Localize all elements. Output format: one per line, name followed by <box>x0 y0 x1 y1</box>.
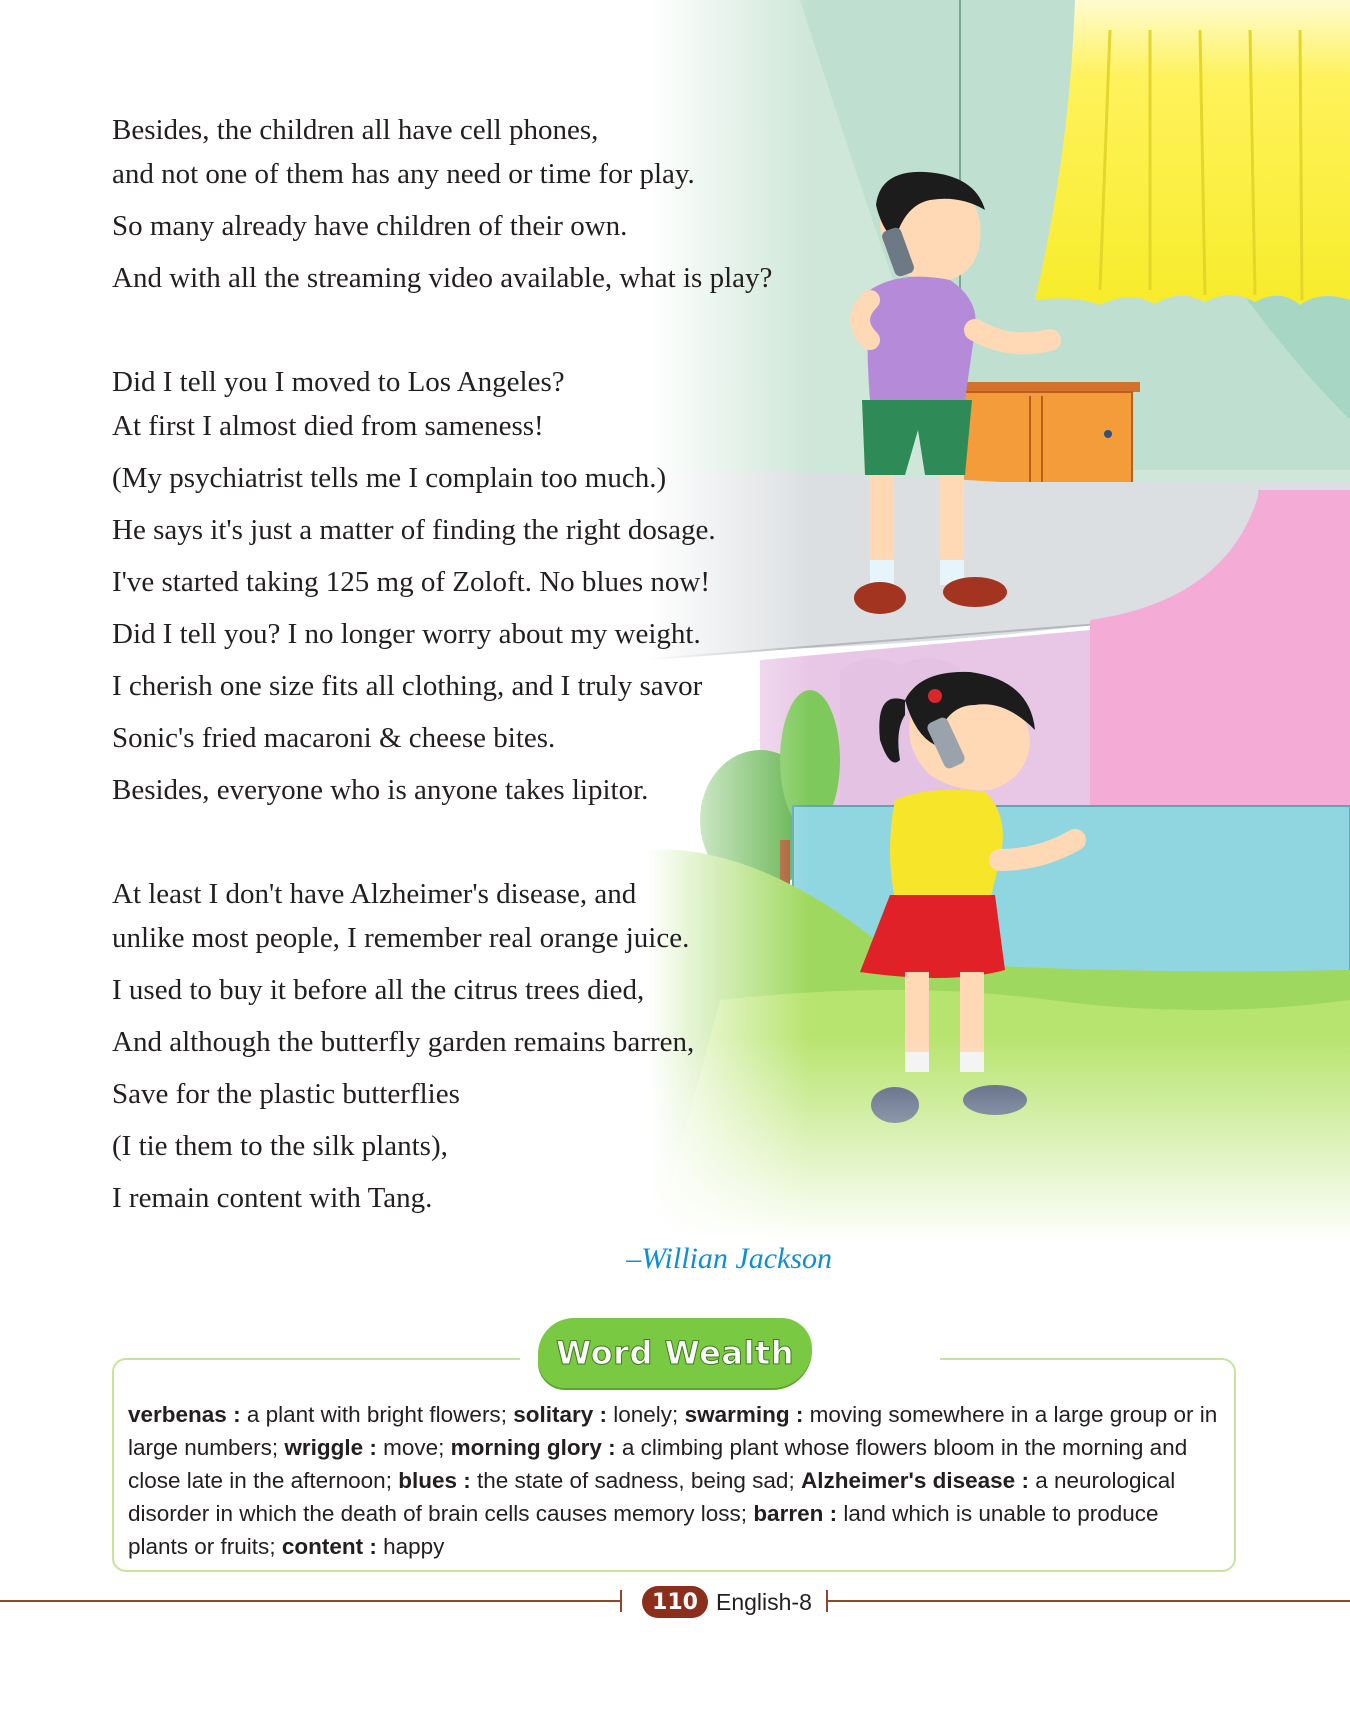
word-wealth-badge: Word Wealth <box>538 1318 812 1388</box>
footer-rule-right <box>826 1600 1350 1602</box>
term-separator: : <box>456 1468 477 1493</box>
term-separator: : <box>601 1435 622 1460</box>
poem-line: Save for the plastic butterflies <box>112 1078 460 1110</box>
poem-line: Besides, everyone who is anyone takes li… <box>112 774 649 806</box>
poem-line: Did I tell you I moved to Los Angeles? <box>112 366 565 398</box>
term-separator: : <box>363 1534 384 1559</box>
poem-line: At least I don't have Alzheimer's diseas… <box>112 878 637 910</box>
poem-line: unlike most people, I remember real oran… <box>112 922 690 954</box>
term-separator: : <box>789 1402 810 1427</box>
term: Alzheimer's disease <box>800 1468 1016 1493</box>
footer-rule-tick-left <box>620 1590 622 1612</box>
book-name: English-8 <box>716 1589 812 1615</box>
term-separator: : <box>593 1402 614 1427</box>
poem-line: And with all the streaming video availab… <box>112 262 773 294</box>
poem-line: I've started taking 125 mg of Zoloft. No… <box>112 566 710 598</box>
poem-line: Sonic's fried macaroni & cheese bites. <box>112 722 556 754</box>
stanza-1: Besides, the children all have cell phon… <box>112 108 872 308</box>
word-wealth-title: Word Wealth <box>556 1334 794 1373</box>
stanza-2: Did I tell you I moved to Los Angeles? A… <box>112 360 872 820</box>
poem: Besides, the children all have cell phon… <box>112 108 872 1280</box>
term: morning glory <box>450 1435 602 1460</box>
poem-line: (I tie them to the silk plants), <box>112 1130 448 1162</box>
definition: lonely <box>613 1402 673 1427</box>
poem-line: Did I tell you? I no longer worry about … <box>112 618 701 650</box>
term: content <box>281 1534 364 1559</box>
page-number-badge: 110 <box>642 1586 708 1618</box>
term: wriggle <box>284 1435 364 1460</box>
poem-line: Besides, the children all have cell phon… <box>112 114 599 146</box>
poem-author: –Willian Jackson <box>626 1242 832 1275</box>
definition: a plant with bright flowers <box>246 1402 501 1427</box>
poem-line: I cherish one size fits all clothing, an… <box>112 670 703 702</box>
word-wealth-text: verbenas : a plant with bright flowers; … <box>128 1402 1218 1559</box>
footer-rule-left <box>0 1600 622 1602</box>
poem-line: So many already have children of their o… <box>112 210 628 242</box>
term-separator: : <box>823 1501 844 1526</box>
term: barren <box>753 1501 824 1526</box>
poem-line: I remain content with Tang. <box>112 1182 433 1214</box>
term: solitary <box>513 1402 594 1427</box>
definition: the state of sadness, being sad <box>476 1468 789 1493</box>
poem-line: and not one of them has any need or time… <box>112 158 695 190</box>
poem-line: (My psychiatrist tells me I complain too… <box>112 462 667 494</box>
definition: move <box>383 1435 439 1460</box>
poem-line: And although the butterfly garden remain… <box>112 1026 695 1058</box>
stanza-3: At least I don't have Alzheimer's diseas… <box>112 872 872 1228</box>
term-separator: : <box>1015 1468 1036 1493</box>
poem-line: He says it's just a matter of finding th… <box>112 514 716 546</box>
term: verbenas <box>128 1402 227 1427</box>
term-separator: : <box>363 1435 384 1460</box>
term: swarming <box>684 1402 790 1427</box>
poem-line: At first I almost died from sameness! <box>112 410 544 442</box>
definition: happy <box>383 1534 445 1559</box>
poem-line: I used to buy it before all the citrus t… <box>112 974 645 1006</box>
term: blues <box>398 1468 457 1493</box>
term-separator: : <box>226 1402 247 1427</box>
